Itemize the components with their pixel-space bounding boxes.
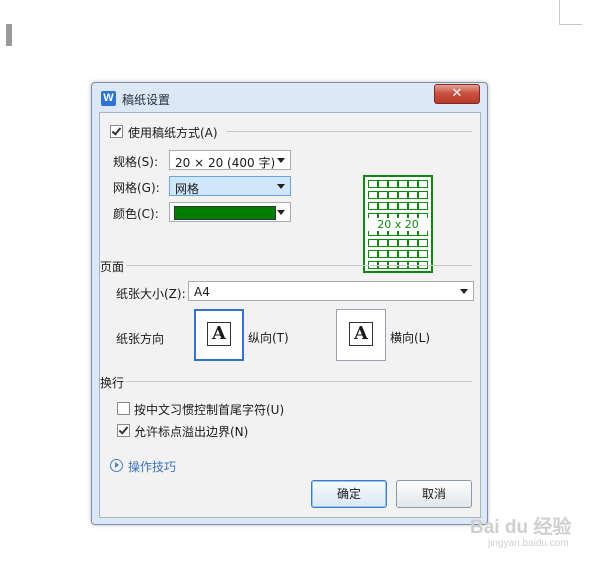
grid-value: 网格 bbox=[175, 182, 200, 196]
landscape-label: 横向(L) bbox=[390, 331, 431, 345]
divider bbox=[126, 265, 472, 266]
preview-grid-cell bbox=[378, 239, 388, 247]
baidu-watermark-url: jingyan.baidu.com bbox=[488, 538, 569, 549]
preview-grid-cell bbox=[408, 239, 418, 247]
preview-grid-cell bbox=[398, 202, 408, 210]
preview-grid-cell bbox=[398, 239, 408, 247]
titlebar[interactable]: W 稿纸设置 ✕ bbox=[92, 83, 487, 111]
preview-grid-cell bbox=[368, 250, 378, 258]
chinese-line-control-checkbox[interactable] bbox=[117, 402, 130, 415]
wps-app-icon: W bbox=[101, 91, 116, 106]
manuscript-preview: 20 x 20 bbox=[363, 175, 433, 273]
page-section-label: 页面 bbox=[100, 260, 125, 274]
divider bbox=[226, 131, 472, 132]
dialog-title: 稿纸设置 bbox=[122, 93, 171, 107]
dialog-content: 使用稿纸方式(A) 规格(S): 20 × 20 (400 字) 网格(G): … bbox=[99, 112, 481, 518]
preview-grid-cell bbox=[368, 191, 378, 199]
chinese-line-control-label: 按中文习惯控制首尾字符(U) bbox=[134, 403, 285, 417]
punctuation-overflow-checkbox[interactable] bbox=[117, 424, 130, 437]
preview-grid-cell bbox=[368, 202, 378, 210]
preview-grid-cell bbox=[388, 239, 398, 247]
play-circle-icon bbox=[110, 459, 123, 472]
baidu-watermark: Bai du 经验 bbox=[470, 517, 572, 538]
preview-grid-cell bbox=[408, 180, 418, 188]
preview-grid-cell bbox=[418, 202, 428, 210]
spec-select[interactable]: 20 × 20 (400 字) bbox=[169, 150, 291, 170]
page-corner-mark bbox=[559, 0, 582, 25]
preview-grid-cell bbox=[388, 191, 398, 199]
paper-size-label: 纸张大小(Z): bbox=[116, 287, 186, 301]
page-margin-mark bbox=[6, 24, 12, 46]
grid-select[interactable]: 网格 bbox=[169, 176, 291, 196]
grid-label: 网格(G): bbox=[113, 181, 160, 195]
preview-grid-cell bbox=[388, 180, 398, 188]
close-button[interactable]: ✕ bbox=[434, 84, 480, 104]
color-swatch bbox=[174, 206, 276, 220]
ok-button[interactable]: 确定 bbox=[311, 480, 387, 508]
preview-size-label: 20 x 20 bbox=[365, 218, 431, 231]
chevron-down-icon bbox=[277, 184, 285, 189]
preview-grid-cell bbox=[378, 202, 388, 210]
portrait-page-icon: A bbox=[207, 322, 231, 346]
chevron-down-icon bbox=[277, 158, 285, 163]
cancel-button[interactable]: 取消 bbox=[396, 480, 472, 508]
preview-grid-cell bbox=[378, 180, 388, 188]
portrait-label: 纵向(T) bbox=[248, 331, 289, 345]
portrait-button[interactable]: A bbox=[194, 309, 244, 361]
close-icon: ✕ bbox=[451, 86, 463, 101]
preview-grid-cell bbox=[368, 180, 378, 188]
preview-grid-cell bbox=[368, 239, 378, 247]
orientation-label: 纸张方向 bbox=[116, 332, 165, 346]
color-label: 颜色(C): bbox=[113, 207, 159, 221]
preview-grid-cell bbox=[398, 180, 408, 188]
landscape-button[interactable]: A bbox=[336, 309, 386, 361]
use-manuscript-label: 使用稿纸方式(A) bbox=[128, 126, 218, 140]
preview-grid-cell bbox=[418, 191, 428, 199]
preview-grid-cell bbox=[408, 250, 418, 258]
tips-link[interactable]: 操作技巧 bbox=[128, 458, 176, 475]
preview-grid-cell bbox=[378, 250, 388, 258]
preview-grid-cell bbox=[418, 180, 428, 188]
preview-grid-cell bbox=[378, 191, 388, 199]
paper-size-value: A4 bbox=[194, 285, 210, 299]
chevron-down-icon bbox=[277, 210, 285, 215]
preview-grid-cell bbox=[408, 202, 418, 210]
preview-grid-cell bbox=[408, 191, 418, 199]
color-select[interactable] bbox=[169, 202, 291, 222]
preview-grid-cell bbox=[398, 191, 408, 199]
divider bbox=[126, 381, 472, 382]
preview-grid-cell bbox=[388, 250, 398, 258]
linebreak-section-label: 换行 bbox=[100, 376, 125, 390]
spec-value: 20 × 20 (400 字) bbox=[175, 156, 276, 170]
chevron-down-icon bbox=[460, 289, 468, 294]
punctuation-overflow-label: 允许标点溢出边界(N) bbox=[134, 425, 249, 439]
spec-label: 规格(S): bbox=[113, 155, 159, 169]
preview-grid-cell bbox=[418, 239, 428, 247]
preview-grid-cell bbox=[418, 250, 428, 258]
manuscript-settings-dialog: W 稿纸设置 ✕ 使用稿纸方式(A) 规格(S): 20 × 20 (400 字… bbox=[91, 82, 488, 525]
landscape-page-icon: A bbox=[349, 322, 373, 346]
preview-grid-cell bbox=[388, 202, 398, 210]
use-manuscript-checkbox[interactable] bbox=[110, 125, 123, 138]
preview-grid-cell bbox=[398, 250, 408, 258]
paper-size-select[interactable]: A4 bbox=[188, 281, 474, 301]
